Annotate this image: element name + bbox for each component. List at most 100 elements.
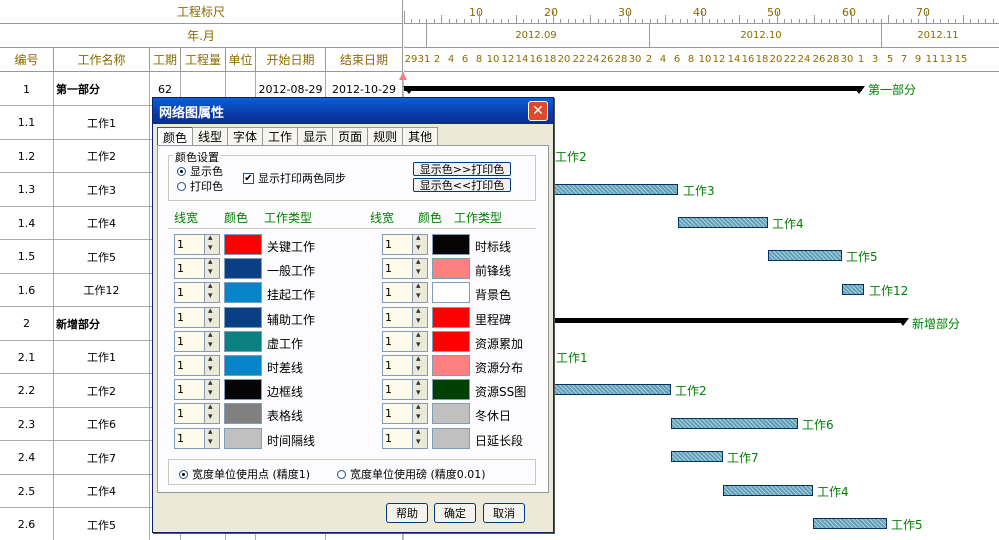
row-number[interactable]: 2.5	[0, 474, 54, 508]
row-number[interactable]: 2.4	[0, 440, 54, 475]
radio-indicator[interactable]	[179, 469, 188, 479]
line-width-field[interactable]: 1	[174, 234, 206, 255]
cancel-button[interactable]: 取消	[483, 503, 525, 523]
line-width-field[interactable]: 1	[382, 355, 414, 376]
line-width-field[interactable]: 1	[174, 403, 206, 425]
print-to-display-button[interactable]: 显示色<<打印色	[413, 178, 511, 192]
color-swatch[interactable]	[432, 282, 470, 304]
task-bar[interactable]	[671, 451, 723, 462]
col-header-start[interactable]: 开始日期	[256, 48, 326, 72]
row-number[interactable]: 2.2	[0, 373, 54, 408]
summary-bar[interactable]	[554, 318, 904, 323]
tab-color[interactable]: 颜色	[157, 127, 194, 146]
task-bar[interactable]	[554, 184, 678, 195]
task-name[interactable]: 工作5	[54, 239, 150, 274]
line-width-field[interactable]: 1	[382, 258, 414, 280]
row-number[interactable]: 2	[0, 306, 54, 341]
row-number[interactable]: 1.4	[0, 206, 54, 240]
color-swatch[interactable]	[432, 379, 470, 401]
radio-unit-pound[interactable]: 宽度单位使用磅 (精度0.01)	[337, 466, 486, 482]
spinner-arrows-icon[interactable]	[204, 354, 220, 376]
radio-indicator[interactable]	[337, 469, 346, 479]
line-width-field[interactable]: 1	[382, 234, 414, 255]
color-swatch[interactable]	[224, 355, 262, 376]
display-to-print-button[interactable]: 显示色>>打印色	[413, 162, 511, 176]
row-number[interactable]: 1	[0, 72, 54, 106]
col-header-end[interactable]: 结束日期	[326, 48, 403, 72]
task-bar[interactable]	[768, 250, 842, 261]
task-name[interactable]: 工作1	[54, 340, 150, 374]
color-swatch[interactable]	[224, 234, 262, 255]
task-name[interactable]: 新增部分	[54, 306, 150, 341]
row-number[interactable]: 1.6	[0, 273, 54, 307]
line-width-field[interactable]: 1	[174, 379, 206, 401]
col-header-duration[interactable]: 工期	[150, 48, 181, 72]
row-number[interactable]: 1.2	[0, 139, 54, 173]
spinner-arrows-icon[interactable]	[204, 330, 220, 352]
col-header-quantity[interactable]: 工程量	[181, 48, 226, 72]
color-swatch[interactable]	[224, 306, 262, 328]
line-width-field[interactable]: 1	[382, 427, 414, 449]
spinner-arrows-icon[interactable]	[412, 306, 428, 328]
task-name[interactable]: 工作4	[54, 474, 150, 508]
help-button[interactable]: 帮助	[386, 503, 428, 523]
spinner-arrows-icon[interactable]	[412, 281, 428, 304]
task-bar[interactable]	[813, 518, 887, 529]
line-width-field[interactable]: 1	[174, 427, 206, 449]
task-bar[interactable]	[678, 217, 768, 228]
sync-colors-checkbox[interactable]: ✔ 显示打印两色同步	[243, 170, 346, 186]
spinner-arrows-icon[interactable]	[412, 402, 428, 425]
spinner-arrows-icon[interactable]	[412, 330, 428, 352]
line-width-field[interactable]: 1	[382, 403, 414, 425]
color-swatch[interactable]	[432, 427, 470, 449]
radio-display-color[interactable]: 显示色	[177, 163, 223, 179]
line-width-field[interactable]: 1	[174, 330, 206, 352]
spinner-arrows-icon[interactable]	[204, 427, 220, 449]
task-name[interactable]: 工作6	[54, 407, 150, 441]
line-width-field[interactable]: 1	[382, 330, 414, 352]
radio-print-color[interactable]: 打印色	[177, 178, 223, 194]
line-width-field[interactable]: 1	[174, 355, 206, 376]
task-name[interactable]: 工作2	[54, 373, 150, 408]
task-bar[interactable]	[723, 485, 813, 496]
spinner-arrows-icon[interactable]	[204, 233, 220, 255]
color-swatch[interactable]	[432, 330, 470, 352]
line-width-field[interactable]: 1	[174, 258, 206, 280]
task-name[interactable]: 工作5	[54, 507, 150, 540]
tab-other[interactable]: 其他	[402, 127, 439, 145]
spinner-arrows-icon[interactable]	[204, 306, 220, 328]
col-header-unit[interactable]: 单位	[226, 48, 256, 72]
tab-display[interactable]: 显示	[297, 127, 334, 145]
color-swatch[interactable]	[432, 403, 470, 425]
color-swatch[interactable]	[224, 403, 262, 425]
spinner-arrows-icon[interactable]	[204, 402, 220, 425]
close-button[interactable]: ✕	[528, 101, 548, 121]
line-width-field[interactable]: 1	[382, 379, 414, 401]
col-header-no[interactable]: 编号	[0, 48, 54, 72]
spinner-arrows-icon[interactable]	[412, 257, 428, 280]
task-name[interactable]: 工作12	[54, 273, 150, 307]
task-bar[interactable]	[842, 284, 864, 295]
task-bar[interactable]	[671, 418, 798, 429]
spinner-arrows-icon[interactable]	[204, 281, 220, 304]
line-width-field[interactable]: 1	[382, 282, 414, 304]
color-swatch[interactable]	[432, 258, 470, 280]
color-swatch[interactable]	[224, 282, 262, 304]
dialog-titlebar[interactable]: 网络图属性 ✕	[153, 98, 553, 124]
task-name[interactable]: 工作7	[54, 440, 150, 475]
current-date-marker[interactable]	[399, 72, 407, 80]
task-bar[interactable]	[554, 384, 671, 395]
radio-unit-point[interactable]: 宽度单位使用点 (精度1)	[179, 466, 310, 482]
spinner-arrows-icon[interactable]	[412, 354, 428, 376]
spinner-arrows-icon[interactable]	[412, 378, 428, 401]
color-swatch[interactable]	[432, 355, 470, 376]
spinner-arrows-icon[interactable]	[204, 257, 220, 280]
color-swatch[interactable]	[224, 427, 262, 449]
row-number[interactable]: 1.1	[0, 105, 54, 140]
ok-button[interactable]: 确定	[434, 503, 476, 523]
col-header-name[interactable]: 工作名称	[54, 48, 150, 72]
tab-page[interactable]: 页面	[332, 127, 369, 145]
radio-indicator[interactable]	[177, 181, 186, 191]
tab-rules[interactable]: 规则	[367, 127, 404, 145]
line-width-field[interactable]: 1	[174, 282, 206, 304]
